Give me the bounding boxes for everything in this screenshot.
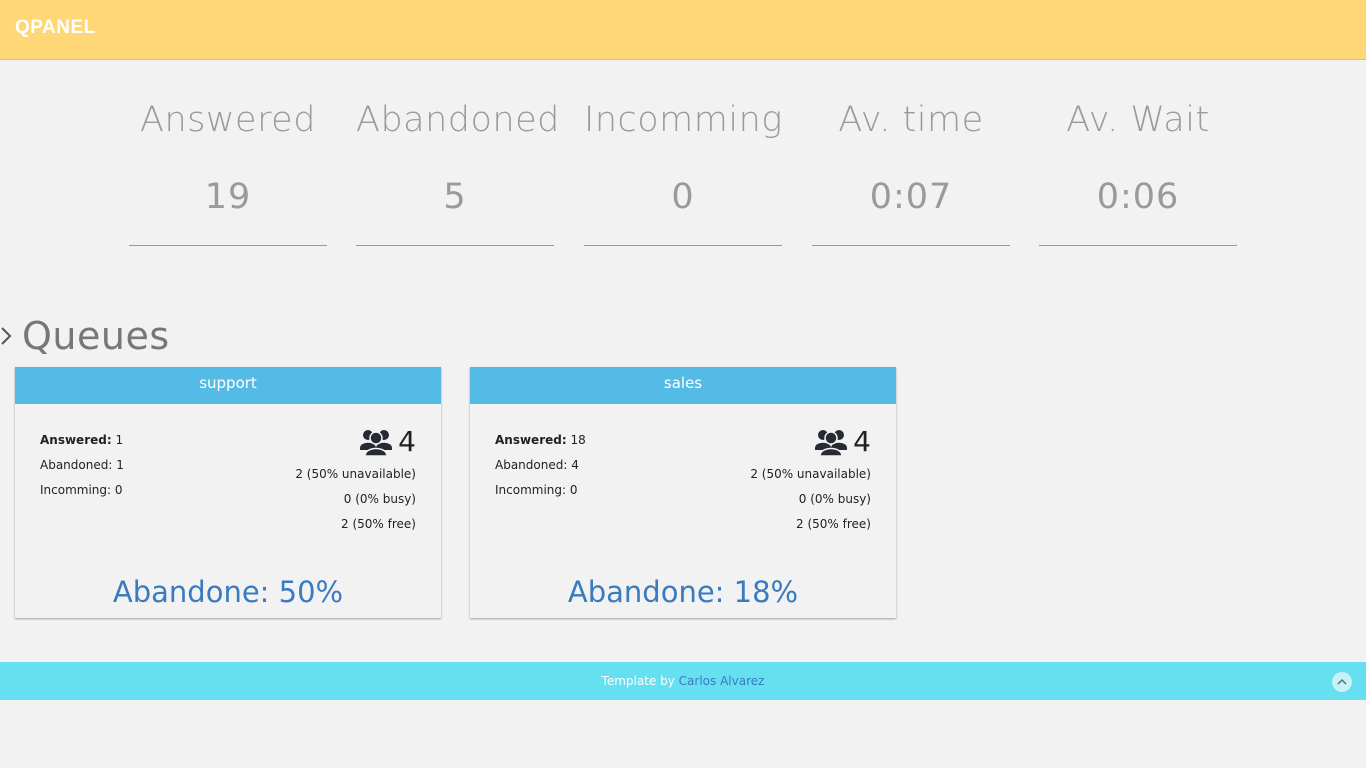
- stat-label: Av. time: [838, 100, 984, 140]
- stat-value: 0:07: [869, 177, 953, 217]
- abandoned-line: Abandoned: 1: [40, 458, 124, 472]
- answered-line: Answered: 1: [40, 428, 124, 453]
- queue-name: sales: [470, 367, 896, 404]
- agents-summary: 4 2 (50% unavailable) 0 (0% busy) 2 (50%…: [741, 424, 871, 532]
- queue-card-sales: sales Answered: 18 Abandoned: 4 Incommin…: [470, 367, 896, 618]
- users-icon: [815, 430, 848, 456]
- busy-line: 0 (0% busy): [343, 492, 416, 506]
- free-line: 2 (50% free): [341, 517, 416, 531]
- abandoned-line: Abandoned: 4: [495, 458, 579, 472]
- stat-value: 0:06: [1096, 177, 1180, 217]
- back-to-top-button[interactable]: [1332, 672, 1352, 692]
- stat-value: 0: [671, 177, 695, 217]
- abandone-rate: Abandone: 18%: [567, 575, 799, 609]
- stat-value: 5: [443, 177, 467, 217]
- busy-line: 0 (0% busy): [798, 492, 871, 506]
- stat-av-time: Av. time 0:07: [812, 98, 1010, 246]
- footer-prefix: Template by: [601, 674, 675, 688]
- incomming-line: Incomming: 0: [495, 483, 578, 497]
- footer: Template by Carlos Alvarez: [0, 662, 1366, 700]
- chevron-right-icon: [1, 327, 12, 345]
- agents-count: 4: [398, 424, 416, 458]
- answered-value: 1: [115, 433, 124, 447]
- stat-abandoned: Abandoned 5: [356, 98, 560, 246]
- queue-counts: Answered: 18 Abandoned: 4 Incomming: 0: [495, 428, 586, 503]
- unavailable-line: 2 (50% unavailable): [750, 467, 871, 481]
- answered-value: 18: [570, 433, 586, 447]
- agents-count: 4: [853, 424, 871, 458]
- stat-incomming: Incomming 0: [584, 98, 782, 246]
- incomming-line: Incomming: 0: [40, 483, 123, 497]
- free-line: 2 (50% free): [796, 517, 871, 531]
- agents-row: 4: [741, 424, 871, 458]
- stat-label: Abandoned: [356, 100, 560, 140]
- abandone-rate: Abandone: 50%: [112, 575, 344, 609]
- top-navbar: QPANEL: [0, 0, 1366, 60]
- queue-name: support: [15, 367, 441, 404]
- queue-card-support: support Answered: 1 Abandoned: 1 Incommi…: [15, 367, 441, 618]
- section-title: Queues: [22, 314, 170, 358]
- unavailable-line: 2 (50% unavailable): [295, 467, 416, 481]
- queue-counts: Answered: 1 Abandoned: 1 Incomming: 0: [40, 428, 124, 503]
- users-icon: [360, 430, 393, 456]
- brand-link[interactable]: QPANEL: [15, 17, 96, 39]
- chevron-up-icon: [1337, 678, 1347, 685]
- answered-label: Answered:: [40, 433, 112, 447]
- stat-av-wait: Av. Wait 0:06: [1039, 98, 1237, 246]
- stat-answered: Answered 19: [129, 98, 327, 246]
- stat-label: Incomming: [584, 100, 783, 140]
- agents-summary: 4 2 (50% unavailable) 0 (0% busy) 2 (50%…: [286, 424, 416, 532]
- stat-label: Answered: [140, 100, 316, 140]
- stat-label: Av. Wait: [1066, 100, 1210, 140]
- agents-row: 4: [286, 424, 416, 458]
- author-link[interactable]: Carlos Alvarez: [679, 674, 765, 688]
- answered-line: Answered: 18: [495, 428, 586, 453]
- stat-value: 19: [204, 177, 252, 217]
- answered-label: Answered:: [495, 433, 567, 447]
- queues-section-title: Queues: [0, 312, 170, 360]
